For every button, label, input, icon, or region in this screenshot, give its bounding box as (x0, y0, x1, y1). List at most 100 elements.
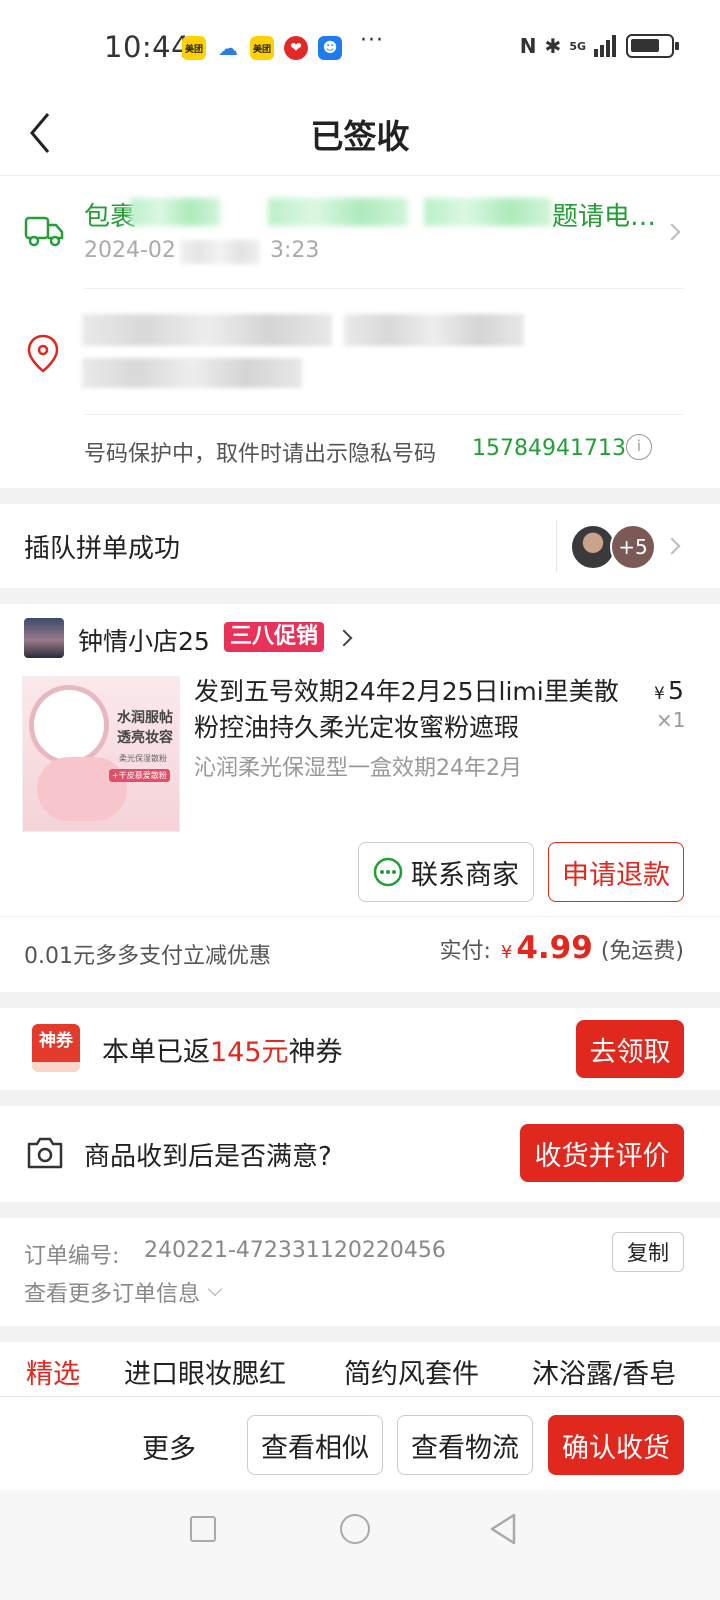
order-number: 240221-472331120220456 (144, 1238, 446, 1263)
coupon-text: 本单已返145元神券 (102, 1030, 343, 1069)
product-spec: 沁润柔光保湿型一盒效期24年2月 (194, 756, 522, 781)
image-text: 水润服帖 (117, 710, 173, 726)
copy-button[interactable]: 复制 (612, 1232, 684, 1272)
receive-and-review-label: 收货并评价 (534, 1140, 670, 1172)
more-order-info-label: 查看更多订单信息 (24, 1282, 201, 1307)
product-price: 5 (668, 676, 684, 705)
paid-label: 实付: (439, 939, 491, 964)
coupon-card: 神券 本单已返145元神券 去领取 (0, 1008, 720, 1090)
signal-icon (594, 35, 616, 57)
clock: 10:44 (104, 30, 191, 64)
product-image[interactable]: 水润服帖 透亮妆容 柔光保湿散粉 +干皮慕爱散粉 (22, 676, 180, 832)
tab-simple-set[interactable]: 简约风套件 (344, 1352, 479, 1391)
more-order-info-link[interactable]: 查看更多订单信息 (24, 1276, 223, 1308)
page-title: 已签收 (310, 117, 410, 156)
more-notifications-icon: ··· (360, 28, 384, 53)
tab-eye-blush[interactable]: 进口眼妆腮红 (124, 1352, 286, 1391)
redacted-address (344, 314, 524, 346)
image-text: +干皮慕爱散粉 (109, 769, 170, 782)
image-text: 透亮妆容 (117, 730, 173, 746)
paid-amount: 4.99 (516, 930, 593, 966)
more-button[interactable]: 更多 (142, 1427, 196, 1466)
review-question: 商品收到后是否满意? (84, 1142, 332, 1172)
group-card[interactable]: 插队拼单成功 +5 (0, 504, 720, 588)
recommend-tabs: 精选 进口眼妆腮红 简约风套件 沐浴露/香皂 (0, 1342, 720, 1396)
view-similar-button[interactable]: 查看相似 (247, 1415, 383, 1475)
chat-icon (373, 857, 403, 887)
claim-coupon-label: 去领取 (589, 1036, 671, 1068)
tab-body-wash[interactable]: 沐浴露/香皂 (532, 1352, 676, 1391)
bot-app-icon: ☻ (318, 36, 342, 60)
logistics-status-suffix: 题请电… (552, 202, 657, 232)
chevron-right-icon (663, 537, 681, 555)
cloud-chat-icon: ☁ (216, 36, 240, 60)
group-label: 插队拼单成功 (24, 534, 181, 564)
refund-label: 申请退款 (562, 859, 670, 891)
divider (84, 414, 684, 415)
bottom-action-bar: 更多 查看相似 查看物流 确认收货 (0, 1396, 720, 1490)
nav-bar: 已签收 (0, 92, 720, 176)
coupon-amount: 145元 (210, 1037, 289, 1068)
logistics-status-prefix: 包裹 (84, 202, 137, 232)
claim-coupon-button[interactable]: 去领取 (576, 1020, 684, 1078)
paid-symbol: ¥ (500, 942, 513, 963)
redacted-area (268, 198, 408, 226)
order-info-card: 订单编号: 240221-472331120220456 复制 查看更多订单信息 (0, 1218, 720, 1326)
product-puff (37, 757, 127, 821)
avatar-more-badge: +5 (610, 524, 656, 570)
promo-badge: 三八促销 (224, 622, 325, 652)
contact-seller-label: 联系商家 (411, 859, 519, 891)
product-title[interactable]: 发到五号效期24年2月25日limi里美散粉控油持久柔光定妆蜜粉遮瑕 (194, 674, 634, 746)
price-symbol: ¥ (654, 684, 665, 704)
home-icon[interactable] (340, 1514, 370, 1544)
contact-seller-button[interactable]: 联系商家 (358, 842, 534, 902)
divider (556, 520, 557, 572)
divider (84, 288, 684, 289)
view-logistics-label: 查看物流 (411, 1432, 519, 1464)
order-number-label: 订单编号: (24, 1244, 120, 1269)
system-nav-bar (0, 1490, 720, 1600)
logistics-row[interactable]: 包裹 题请电… 2024-02 3:23 (0, 176, 720, 288)
truck-icon (24, 216, 64, 247)
delivery-card: 包裹 题请电… 2024-02 3:23 号码保护中，取件时请出示隐私号码 15… (0, 176, 720, 488)
network-label: 5G (569, 39, 586, 53)
paid-amount-row: 实付: ¥ 4.99 (免运费) (439, 930, 684, 966)
copy-label: 复制 (627, 1241, 669, 1265)
redacted-address (82, 314, 332, 346)
logistics-date-suffix: 3:23 (270, 238, 320, 263)
divider (0, 916, 720, 917)
bluetooth-icon: ✱ (544, 34, 562, 58)
view-logistics-button[interactable]: 查看物流 (397, 1415, 533, 1475)
discount-text: 0.01元多多支付立减优惠 (24, 944, 271, 969)
info-icon[interactable]: i (626, 434, 652, 460)
view-similar-label: 查看相似 (261, 1432, 369, 1464)
heart-app-icon: ❤ (284, 36, 308, 60)
receive-and-review-button[interactable]: 收货并评价 (520, 1124, 684, 1182)
shop-name[interactable]: 钟情小店25 (78, 622, 210, 658)
chevron-right-icon[interactable] (335, 629, 353, 647)
redacted-address (82, 358, 302, 388)
coupon-text-suffix: 神券 (288, 1037, 343, 1068)
privacy-number[interactable]: 15784941713 (472, 436, 626, 461)
order-card: 钟情小店25 三八促销 水润服帖 透亮妆容 柔光保湿散粉 +干皮慕爱散粉 发到五… (0, 604, 720, 992)
back-nav-icon[interactable] (488, 1512, 518, 1546)
logistics-date-prefix: 2024-02 (84, 238, 176, 263)
chevron-down-icon (207, 1281, 223, 1297)
redacted-area (130, 198, 220, 226)
recents-icon[interactable] (190, 1516, 216, 1542)
coupon-icon: 神券 (32, 1024, 80, 1072)
tab-featured[interactable]: 精选 (26, 1352, 80, 1391)
battery-icon (626, 34, 679, 58)
product-compact (29, 685, 109, 765)
refund-button[interactable]: 申请退款 (548, 842, 684, 902)
meituan-icon: 美团 (250, 36, 274, 60)
coupon-text-prefix: 本单已返 (102, 1037, 210, 1068)
paid-note: (免运费) (600, 939, 684, 964)
privacy-text: 号码保护中，取件时请出示隐私号码 (84, 442, 437, 467)
camera-icon (27, 1137, 63, 1169)
confirm-receipt-button[interactable]: 确认收货 (548, 1415, 684, 1475)
product-qty: ×1 (656, 708, 686, 732)
confirm-receipt-label: 确认收货 (562, 1432, 670, 1464)
location-icon (27, 334, 59, 373)
shop-avatar[interactable] (24, 618, 64, 658)
